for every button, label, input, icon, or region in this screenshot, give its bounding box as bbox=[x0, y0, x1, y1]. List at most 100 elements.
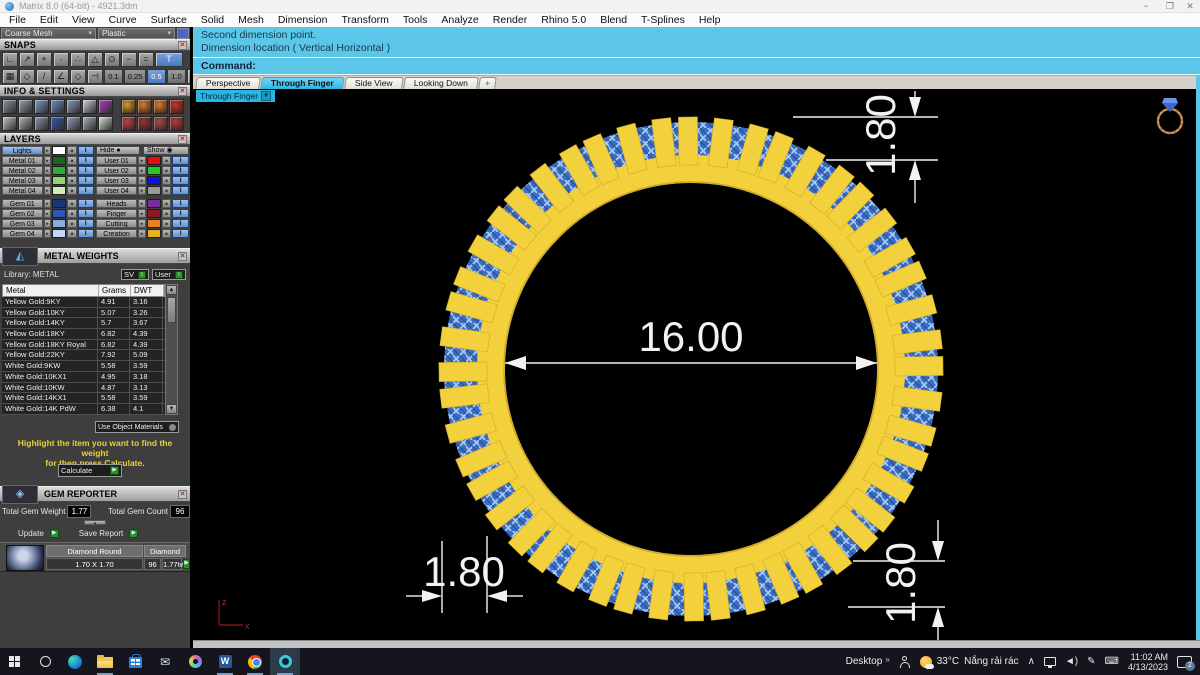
layer-name[interactable]: User 03 bbox=[96, 176, 137, 185]
menu-transform[interactable]: Transform bbox=[334, 14, 395, 26]
layer-expand-icon[interactable]: ▸ bbox=[44, 176, 52, 185]
layer-lock-icon[interactable] bbox=[162, 229, 172, 238]
layer-color-swatch[interactable] bbox=[52, 166, 66, 175]
maximize-button[interactable]: ❐ bbox=[1162, 0, 1178, 12]
tab-perspective[interactable]: Perspective bbox=[195, 77, 261, 89]
table-row[interactable]: Yellow Gold:22KY7.925.09 bbox=[2, 350, 165, 361]
photos-icon[interactable] bbox=[180, 648, 210, 675]
viewport-through-finger[interactable]: Through Finger ▼ 16.001.801.801.80zx bbox=[193, 89, 1200, 640]
layer-lock-icon[interactable] bbox=[162, 209, 172, 218]
layer-name[interactable]: Metal 04 bbox=[2, 186, 43, 195]
ring-model-canvas[interactable]: 16.001.801.801.80zx bbox=[193, 89, 1200, 640]
desktop-label[interactable]: Desktop bbox=[846, 656, 883, 667]
menu-t-splines[interactable]: T-Splines bbox=[634, 14, 692, 26]
layer-lock-icon[interactable] bbox=[162, 186, 172, 195]
table-row[interactable]: Yellow Gold:10KY5.073.26 bbox=[2, 308, 165, 319]
info-tool-0-6[interactable] bbox=[98, 99, 113, 114]
column-header-dwt[interactable]: DWT bbox=[131, 285, 164, 296]
info-tool-1-2[interactable] bbox=[34, 116, 49, 131]
layer-lock-icon[interactable] bbox=[162, 166, 172, 175]
calculate-button[interactable]: Calculate ▶ bbox=[58, 464, 122, 477]
menu-mesh[interactable]: Mesh bbox=[231, 14, 271, 26]
layer-name[interactable]: Cutting bbox=[96, 219, 137, 228]
tray-expand-icon[interactable]: ∧ bbox=[1028, 656, 1035, 667]
layer-expand-icon[interactable]: ▸ bbox=[138, 199, 146, 208]
microsoft-store-icon[interactable] bbox=[120, 648, 150, 675]
info-action-0-3[interactable] bbox=[169, 99, 184, 114]
close-icon[interactable]: ✕ bbox=[178, 252, 187, 261]
layer-lock-icon[interactable] bbox=[67, 219, 77, 228]
menu-surface[interactable]: Surface bbox=[144, 14, 194, 26]
snap-tool-0[interactable]: ▦ bbox=[2, 69, 18, 84]
update-button[interactable]: Update bbox=[18, 527, 44, 540]
menu-help[interactable]: Help bbox=[692, 14, 728, 26]
file-explorer-icon[interactable] bbox=[90, 648, 120, 675]
layer-color-swatch[interactable] bbox=[52, 186, 66, 195]
tab-side-view[interactable]: Side View bbox=[344, 77, 403, 89]
grid-step-0.25[interactable]: 0.25 bbox=[124, 69, 146, 84]
layer-expand-icon[interactable]: ▸ bbox=[44, 229, 52, 238]
tab-through-finger[interactable]: Through Finger bbox=[261, 77, 345, 89]
scrollbar-thumb[interactable] bbox=[167, 297, 176, 323]
layer-name[interactable]: User 01 bbox=[96, 156, 137, 165]
layer-visibility-toggle[interactable]: I bbox=[78, 209, 94, 218]
search-icon[interactable] bbox=[30, 648, 60, 675]
gem-detail-icon[interactable]: ▶ bbox=[183, 559, 190, 569]
minimize-button[interactable]: − bbox=[1138, 0, 1154, 12]
layer-expand-icon[interactable]: ▸ bbox=[138, 166, 146, 175]
menu-curve[interactable]: Curve bbox=[102, 14, 144, 26]
layer-name[interactable]: Finger bbox=[96, 209, 137, 218]
layer-visibility-toggle[interactable]: I bbox=[172, 176, 189, 185]
info-action-1-2[interactable] bbox=[153, 116, 168, 131]
table-row[interactable]: Yellow Gold:18KY6.824.39 bbox=[2, 329, 165, 340]
info-tool-1-6[interactable] bbox=[98, 116, 113, 131]
network-icon[interactable] bbox=[1044, 657, 1056, 666]
layer-visibility-toggle[interactable]: I bbox=[78, 219, 94, 228]
snap-button-6[interactable]: ⊙ bbox=[104, 52, 120, 67]
layer-color-swatch[interactable] bbox=[147, 156, 161, 165]
layer-lock-icon[interactable] bbox=[67, 186, 77, 195]
material-color-swatch[interactable] bbox=[177, 28, 189, 39]
hide-button[interactable]: Hide ● bbox=[96, 146, 140, 155]
snap-tool-5[interactable]: ⊣ bbox=[87, 69, 103, 84]
layer-visibility-toggle[interactable]: I bbox=[78, 186, 94, 195]
layer-visibility-toggle[interactable]: I bbox=[172, 186, 189, 195]
layer-color-swatch[interactable] bbox=[147, 186, 161, 195]
menu-edit[interactable]: Edit bbox=[33, 14, 65, 26]
chevron-double-icon[interactable]: » bbox=[885, 655, 889, 664]
info-tool-0-4[interactable] bbox=[66, 99, 81, 114]
scroll-up-icon[interactable]: ▲ bbox=[166, 285, 177, 295]
weather-widget[interactable]: 33°C Nắng rải rác bbox=[920, 656, 1019, 668]
table-row[interactable]: White Gold:10KX14.953.18 bbox=[2, 372, 165, 383]
info-tool-0-0[interactable] bbox=[2, 99, 17, 114]
layer-lock-icon[interactable] bbox=[67, 156, 77, 165]
layer-name[interactable]: Lights bbox=[2, 146, 43, 155]
layer-name[interactable]: Gem 04 bbox=[2, 229, 43, 238]
close-button[interactable]: ✕ bbox=[1182, 0, 1198, 12]
layer-color-swatch[interactable] bbox=[147, 209, 161, 218]
layer-expand-icon[interactable]: ▸ bbox=[138, 156, 146, 165]
grid-step-1.0[interactable]: 1.0 bbox=[167, 69, 186, 84]
close-icon[interactable]: ✕ bbox=[178, 135, 187, 144]
info-tool-1-4[interactable] bbox=[66, 116, 81, 131]
info-tool-1-0[interactable] bbox=[2, 116, 17, 131]
table-row[interactable]: White Gold:9KW5.583.59 bbox=[2, 361, 165, 372]
layer-expand-icon[interactable]: ▸ bbox=[138, 209, 146, 218]
info-tool-0-5[interactable] bbox=[82, 99, 97, 114]
layer-expand-icon[interactable]: ▸ bbox=[138, 176, 146, 185]
layer-expand-icon[interactable]: ▸ bbox=[44, 146, 52, 155]
info-tool-1-3[interactable] bbox=[50, 116, 65, 131]
layer-expand-icon[interactable]: ▸ bbox=[44, 166, 52, 175]
layer-color-swatch[interactable] bbox=[147, 176, 161, 185]
layer-name[interactable]: Gem 02 bbox=[2, 209, 43, 218]
layer-visibility-toggle[interactable]: I bbox=[78, 156, 94, 165]
table-row[interactable]: Yellow Gold:9KY4.913.16 bbox=[2, 297, 165, 308]
mesh-quality-select[interactable]: Coarse Mesh▾ bbox=[1, 28, 96, 39]
layer-visibility-toggle[interactable]: I bbox=[172, 209, 189, 218]
layer-name[interactable]: Heads bbox=[96, 199, 137, 208]
save-report-button[interactable]: Save Report bbox=[79, 527, 123, 540]
layer-name[interactable]: Gem 03 bbox=[2, 219, 43, 228]
layer-expand-icon[interactable]: ▸ bbox=[44, 219, 52, 228]
menu-render[interactable]: Render bbox=[486, 14, 534, 26]
layer-expand-icon[interactable]: ▸ bbox=[138, 219, 146, 228]
